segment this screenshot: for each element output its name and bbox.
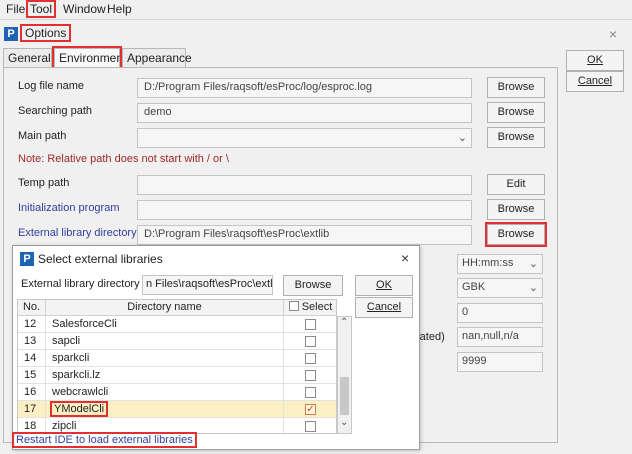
charset-value: GBK [462, 281, 486, 293]
restart-ide-note: Restart IDE to load external libraries [12, 432, 197, 448]
menu-file[interactable]: File [4, 2, 27, 16]
ext-ok-button[interactable]: OK [355, 275, 413, 296]
select-all-checkbox[interactable] [288, 301, 299, 311]
table-row-selected[interactable]: 17 YModelCli ✓ [18, 401, 336, 418]
options-title-bar: P Options [4, 24, 72, 42]
app-logo-icon: P [20, 252, 34, 266]
row-directory-name: webcrawlcli [46, 384, 284, 401]
row-directory-name: sparkcli.lz [46, 367, 284, 384]
tab-appearance[interactable]: Appearance [122, 48, 192, 68]
column-header-no: No. [18, 300, 46, 316]
charset-select[interactable]: GBK ⌄ [457, 278, 543, 298]
row-directory-name: SalesforceCli [46, 316, 284, 333]
searching-path-label: Searching path [18, 105, 92, 117]
searching-path-field[interactable]: demo [137, 103, 472, 123]
table-row[interactable]: 15 sparkcli.lz [18, 367, 336, 384]
temp-path-edit-button[interactable]: Edit [487, 174, 545, 195]
options-title: Options [19, 24, 72, 42]
menu-tool[interactable]: Tool [25, 0, 57, 18]
app-logo-icon: P [4, 27, 18, 41]
chevron-down-icon: ⌄ [528, 282, 538, 294]
row-directory-name: sapcli [46, 333, 284, 350]
row-directory-name: zipcli [46, 418, 284, 433]
temp-path-field[interactable] [137, 175, 472, 195]
tab-environment[interactable]: Environment [52, 46, 126, 70]
ext-lib-browse-button[interactable]: Browse [485, 222, 547, 247]
row-number: 14 [18, 350, 46, 367]
row-checkbox[interactable] [305, 319, 316, 330]
relative-path-note: Note: Relative path does not start with … [18, 153, 229, 165]
chevron-down-icon: ⌄ [528, 258, 538, 270]
select-header-label: Select [301, 301, 333, 313]
row-number: 17 [18, 401, 46, 418]
table-row[interactable]: 13 sapcli [18, 333, 336, 350]
column-header-select[interactable]: Select [284, 300, 336, 316]
main-path-browse-button[interactable]: Browse [487, 127, 545, 148]
ext-dialog-title: Select external libraries [38, 252, 163, 266]
log-file-label: Log file name [18, 80, 85, 92]
searching-path-browse-button[interactable]: Browse [487, 102, 545, 123]
limit-field[interactable]: 9999 [457, 352, 543, 372]
main-path-label: Main path [18, 130, 67, 142]
row-checkbox[interactable] [305, 370, 316, 381]
row-name-highlighted: YModelCli [49, 401, 109, 417]
chevron-down-icon: ⌄ [457, 132, 467, 144]
log-file-field[interactable]: D:/Program Files/raqsoft/esProc/log/espr… [137, 78, 472, 98]
ext-lib-dir-field[interactable]: D:\Program Files\raqsoft\esProc\extlib [137, 225, 472, 245]
ext-dir-field[interactable]: n Files\raqsoft\esProc\extlib [142, 275, 273, 295]
time-format-value: HH:mm:ss [462, 257, 514, 269]
row-checkbox-checked[interactable]: ✓ [305, 404, 316, 415]
close-icon[interactable]: × [609, 26, 617, 42]
log-file-browse-button[interactable]: Browse [487, 77, 545, 98]
init-program-field[interactable] [137, 200, 472, 220]
row-directory-name: YModelCli [46, 401, 284, 418]
init-program-label: Initialization program [18, 202, 120, 214]
time-format-select[interactable]: HH:mm:ss ⌄ [457, 254, 543, 274]
table-row[interactable]: 12 SalesforceCli [18, 316, 336, 333]
libraries-table: No. Directory name Select 12 SalesforceC… [17, 299, 337, 434]
row-checkbox[interactable] [305, 421, 316, 432]
row-number: 18 [18, 418, 46, 433]
ext-lib-dir-label: External library directory [18, 227, 137, 239]
close-icon[interactable]: × [401, 250, 409, 266]
temp-path-label: Temp path [18, 177, 70, 189]
scroll-up-icon[interactable]: ⌃ [340, 317, 348, 328]
ext-cancel-button[interactable]: Cancel [355, 297, 413, 318]
row-checkbox[interactable] [305, 336, 316, 347]
scroll-down-icon[interactable]: ⌄ [340, 417, 348, 428]
table-row[interactable]: 18 zipcli [18, 418, 336, 433]
init-program-browse-button[interactable]: Browse [487, 199, 545, 220]
row-number: 13 [18, 333, 46, 350]
ok-button[interactable]: OK [566, 50, 624, 71]
row-directory-name: sparkcli [46, 350, 284, 367]
partial-label: rated) [416, 331, 445, 343]
select-external-libraries-dialog: P Select external libraries × External l… [12, 245, 420, 450]
vertical-scrollbar[interactable]: ⌃ ⌄ [337, 316, 352, 434]
tab-general[interactable]: General [3, 48, 52, 68]
row-number: 12 [18, 316, 46, 333]
cancel-button[interactable]: Cancel [566, 71, 624, 92]
ext-dir-label: External library directory [21, 278, 140, 290]
null-strings-field[interactable]: nan,null,n/a [457, 327, 543, 347]
table-row[interactable]: 14 sparkcli [18, 350, 336, 367]
table-row[interactable]: 16 webcrawlcli [18, 384, 336, 401]
scrollbar-thumb[interactable] [340, 377, 349, 415]
numeric-field[interactable]: 0 [457, 303, 543, 323]
menu-window[interactable]: Window [61, 2, 108, 16]
row-checkbox[interactable] [305, 387, 316, 398]
menu-help[interactable]: Help [105, 2, 134, 16]
column-header-directory: Directory name [46, 300, 284, 316]
ext-browse-button[interactable]: Browse [283, 275, 343, 296]
menu-bar: File Tool Window Help [0, 0, 632, 20]
row-number: 16 [18, 384, 46, 401]
main-path-select[interactable]: ⌄ [137, 128, 472, 148]
row-checkbox[interactable] [305, 353, 316, 364]
row-number: 15 [18, 367, 46, 384]
